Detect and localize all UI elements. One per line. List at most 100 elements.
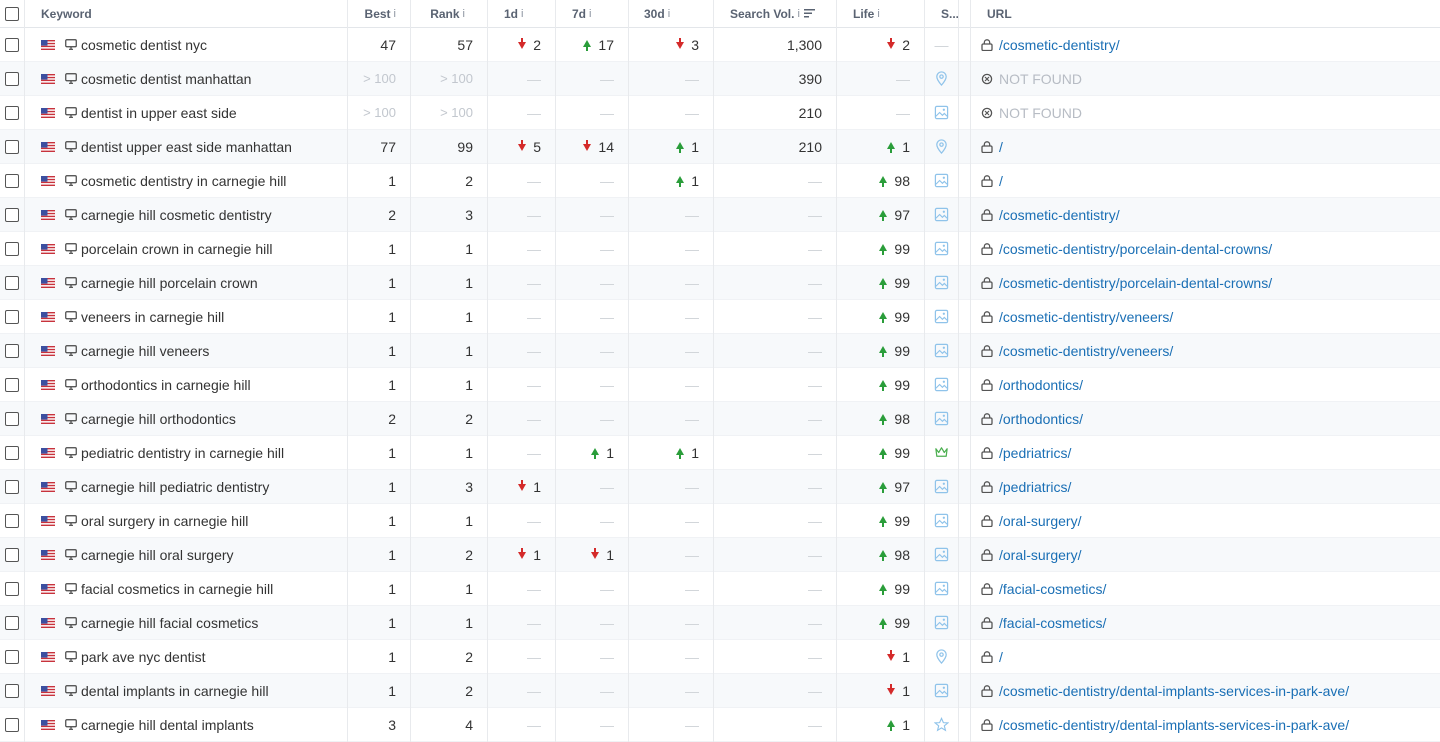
url-link[interactable]: /pedriatrics/ (999, 445, 1071, 461)
table-row[interactable]: facial cosmetics in carnegie hill 1 1 — — — — 9… (0, 572, 1440, 606)
url-cell[interactable]: NOT FOUND (981, 96, 1431, 129)
serp-feature-cell[interactable] (925, 164, 958, 197)
url-link[interactable]: /cosmetic-dentistry/porcelain-dental-cro… (999, 275, 1272, 291)
url-cell[interactable]: /cosmetic-dentistry/ (981, 198, 1431, 231)
serp-feature-cell[interactable] (925, 504, 958, 537)
url-cell[interactable]: /cosmetic-dentistry/porcelain-dental-cro… (981, 232, 1431, 265)
table-row[interactable]: veneers in carnegie hill 1 1 — — — — 99/cosmeti… (0, 300, 1440, 334)
row-checkbox[interactable] (0, 504, 24, 537)
row-checkbox[interactable] (0, 436, 24, 469)
serp-feature-cell[interactable] (925, 606, 958, 639)
row-checkbox[interactable] (0, 402, 24, 435)
url-link[interactable]: /cosmetic-dentistry/porcelain-dental-cro… (999, 241, 1272, 257)
keyword-cell[interactable]: carnegie hill oral surgery (41, 538, 341, 571)
keyword-cell[interactable]: carnegie hill pediatric dentistry (41, 470, 341, 503)
row-checkbox[interactable] (0, 572, 24, 605)
row-checkbox[interactable] (0, 130, 24, 163)
url-cell[interactable]: /orthodontics/ (981, 402, 1431, 435)
serp-feature-cell[interactable] (925, 470, 958, 503)
select-all-checkbox[interactable] (0, 0, 24, 27)
url-link[interactable]: /oral-surgery/ (999, 513, 1081, 529)
keyword-cell[interactable]: veneers in carnegie hill (41, 300, 341, 333)
serp-feature-cell[interactable] (925, 232, 958, 265)
serp-feature-cell[interactable] (925, 674, 958, 707)
row-checkbox[interactable] (0, 164, 24, 197)
row-checkbox[interactable] (0, 198, 24, 231)
row-checkbox[interactable] (0, 300, 24, 333)
url-link[interactable]: /facial-cosmetics/ (999, 581, 1106, 597)
serp-feature-cell[interactable] (925, 130, 958, 163)
keyword-cell[interactable]: dental implants in carnegie hill (41, 674, 341, 707)
row-checkbox[interactable] (0, 62, 24, 95)
serp-feature-cell[interactable] (925, 402, 958, 435)
table-row[interactable]: carnegie hill cosmetic dentistry 2 3 — — — — 97… (0, 198, 1440, 232)
url-cell[interactable]: /facial-cosmetics/ (981, 606, 1431, 639)
row-checkbox[interactable] (0, 334, 24, 367)
serp-feature-cell[interactable] (925, 96, 958, 129)
keyword-cell[interactable]: carnegie hill veneers (41, 334, 341, 367)
serp-feature-cell[interactable] (925, 368, 958, 401)
keyword-cell[interactable]: carnegie hill porcelain crown (41, 266, 341, 299)
serp-feature-cell[interactable] (925, 300, 958, 333)
url-link[interactable]: /cosmetic-dentistry/ (999, 207, 1120, 223)
table-row[interactable]: park ave nyc dentist 1 2 — — — — 1 / (0, 640, 1440, 674)
url-link[interactable]: /oral-surgery/ (999, 547, 1081, 563)
col-rank[interactable]: Rank i (411, 0, 487, 27)
row-checkbox[interactable] (0, 674, 24, 707)
keyword-cell[interactable]: carnegie hill facial cosmetics (41, 606, 341, 639)
serp-feature-cell[interactable] (925, 62, 958, 95)
col-search-vol[interactable]: Search Vol. i (714, 0, 836, 27)
url-cell[interactable]: /cosmetic-dentistry/dental-implants-serv… (981, 674, 1431, 707)
keyword-cell[interactable]: park ave nyc dentist (41, 640, 341, 673)
table-row[interactable]: orthodontics in carnegie hill 1 1 — — — — 99/or… (0, 368, 1440, 402)
table-row[interactable]: dentist in upper east side > 100 > 100 — — — 2… (0, 96, 1440, 130)
url-cell[interactable]: / (981, 130, 1431, 163)
row-checkbox[interactable] (0, 640, 24, 673)
table-row[interactable]: cosmetic dentist manhattan > 100 > 100 — — — 3… (0, 62, 1440, 96)
serp-feature-cell[interactable] (925, 198, 958, 231)
url-link[interactable]: /pedriatrics/ (999, 479, 1071, 495)
table-row[interactable]: dental implants in carnegie hill 1 2 — — — — 1 /… (0, 674, 1440, 708)
table-row[interactable]: carnegie hill dental implants 3 4 — — — — 1/cos… (0, 708, 1440, 742)
url-link[interactable]: /cosmetic-dentistry/dental-implants-serv… (999, 717, 1349, 733)
table-row[interactable]: pediatric dentistry in carnegie hill 1 1 — 1… (0, 436, 1440, 470)
keyword-cell[interactable]: dentist upper east side manhattan (41, 130, 341, 163)
keyword-cell[interactable]: orthodontics in carnegie hill (41, 368, 341, 401)
serp-feature-cell[interactable] (925, 538, 958, 571)
row-checkbox[interactable] (0, 368, 24, 401)
url-cell[interactable]: /pedriatrics/ (981, 470, 1431, 503)
table-row[interactable]: carnegie hill facial cosmetics 1 1 — — — — 99/f… (0, 606, 1440, 640)
keyword-cell[interactable]: oral surgery in carnegie hill (41, 504, 341, 537)
url-cell[interactable]: NOT FOUND (981, 62, 1431, 95)
keyword-cell[interactable]: facial cosmetics in carnegie hill (41, 572, 341, 605)
url-link[interactable]: /cosmetic-dentistry/dental-implants-serv… (999, 683, 1349, 699)
row-checkbox[interactable] (0, 470, 24, 503)
col-serp[interactable]: S... (925, 0, 970, 27)
serp-feature-cell[interactable] (925, 708, 958, 741)
url-link[interactable]: /orthodontics/ (999, 377, 1083, 393)
col-url[interactable]: URL (987, 0, 1387, 27)
url-cell[interactable]: /facial-cosmetics/ (981, 572, 1431, 605)
table-row[interactable]: carnegie hill pediatric dentistry 1 3 1 — — — 9… (0, 470, 1440, 504)
table-row[interactable]: cosmetic dentist nyc 47 57 2 17 3 1,300 2 — /cosm… (0, 28, 1440, 62)
col-keyword[interactable]: Keyword (41, 0, 341, 27)
serp-feature-cell[interactable] (925, 334, 958, 367)
keyword-cell[interactable]: carnegie hill dental implants (41, 708, 341, 741)
sort-icon[interactable] (803, 9, 815, 18)
row-checkbox[interactable] (0, 708, 24, 741)
url-cell[interactable]: /cosmetic-dentistry/ (981, 28, 1431, 61)
url-cell[interactable]: /cosmetic-dentistry/dental-implants-serv… (981, 708, 1431, 741)
url-link[interactable]: /cosmetic-dentistry/veneers/ (999, 309, 1173, 325)
row-checkbox[interactable] (0, 538, 24, 571)
col-30d[interactable]: 30d i (629, 0, 713, 27)
table-row[interactable]: carnegie hill oral surgery 1 2 1 1 — — 98/oral-… (0, 538, 1440, 572)
keyword-cell[interactable]: cosmetic dentistry in carnegie hill (41, 164, 341, 197)
serp-feature-cell[interactable] (925, 572, 958, 605)
col-best[interactable]: Best i (348, 0, 410, 27)
col-1d[interactable]: 1d i (488, 0, 555, 27)
url-cell[interactable]: /cosmetic-dentistry/veneers/ (981, 334, 1431, 367)
row-checkbox[interactable] (0, 96, 24, 129)
url-link[interactable]: / (999, 139, 1003, 155)
url-link[interactable]: / (999, 649, 1003, 665)
row-checkbox[interactable] (0, 232, 24, 265)
